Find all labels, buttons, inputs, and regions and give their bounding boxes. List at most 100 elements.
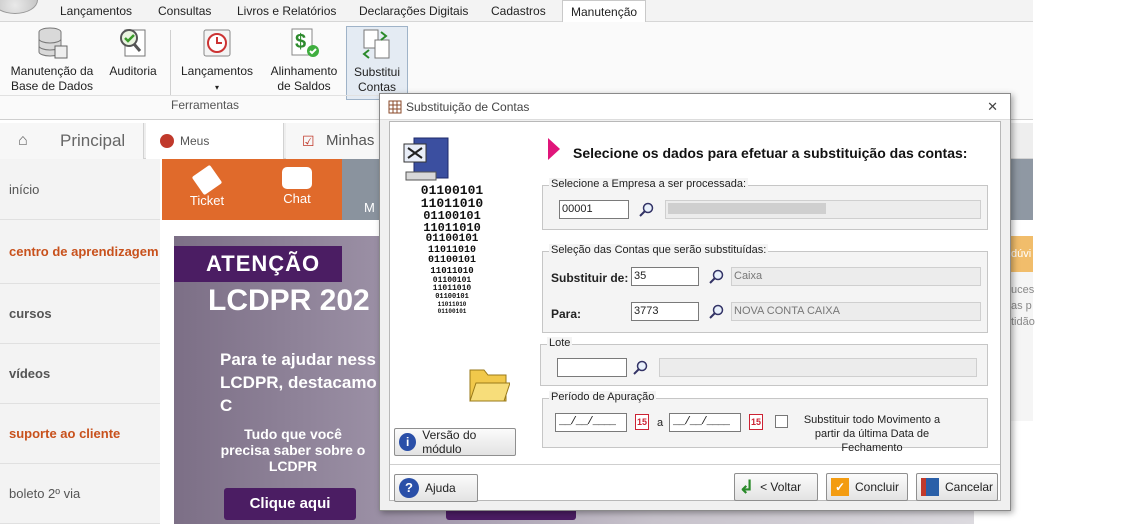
tab-lancamentos[interactable]: Lançamentos <box>52 0 140 22</box>
voltar-label: < Voltar <box>760 480 802 494</box>
para-label: Para: <box>551 307 582 321</box>
banner-title: LCDPR 202 <box>208 284 370 317</box>
search-icon[interactable] <box>709 269 725 285</box>
dialog-body: 01100101 11011010 01100101 11011010 0110… <box>389 121 1001 502</box>
menu-suporte[interactable]: suporte ao cliente <box>0 404 160 464</box>
periodo-legend: Período de Apuração <box>549 391 657 403</box>
concluir-label: Concluir <box>855 480 900 494</box>
empresa-name-redacted <box>668 203 826 214</box>
calendar-icon[interactable]: 15 <box>749 414 763 430</box>
ajuda-button[interactable]: ? Ajuda <box>394 474 478 502</box>
side-line: tidão <box>1011 316 1035 328</box>
lote-description <box>659 358 977 377</box>
tab-manutencao[interactable]: Manutenção <box>562 0 647 23</box>
substitui-contas-button[interactable]: Substitui Contas <box>346 26 408 100</box>
lancamentos-dropdown-button[interactable]: Lançamentos ▾ <box>178 26 256 95</box>
periodo-end-input[interactable]: __/__/____ <box>669 413 741 432</box>
empresa-code-input[interactable]: 00001 <box>559 200 629 219</box>
chevron-down-icon: ▾ <box>214 83 219 92</box>
alinhamento-saldos-button[interactable]: $ Alinhamento de Saldos <box>264 26 344 94</box>
money-check-icon: $ <box>291 28 319 57</box>
empresa-legend: Selecione a Empresa a ser processada: <box>549 178 749 190</box>
conta-para-name: NOVA CONTA CAIXA <box>731 302 981 321</box>
database-icon <box>38 27 68 59</box>
cancelar-button[interactable]: Cancelar <box>916 473 998 501</box>
substituir-movimento-checkbox[interactable] <box>775 415 788 428</box>
tab-consultas[interactable]: Consultas <box>150 0 219 22</box>
manutencao-label-line2: Base de Dados <box>10 79 94 93</box>
ribbon-tabs: Lançamentos Consultas Livros e Relatório… <box>0 0 1033 23</box>
versao-modulo-button[interactable]: i Versão do módulo <box>394 428 516 456</box>
side-panel-header: dúvi <box>1011 236 1033 272</box>
substituicao-contas-dialog: Substituição de Contas ✕ 01100101 110110… <box>379 93 1011 511</box>
audit-icon <box>120 29 146 57</box>
search-icon[interactable] <box>639 202 655 218</box>
close-icon[interactable]: ✕ <box>987 99 998 115</box>
ticket-tile[interactable]: Ticket <box>162 159 252 220</box>
ticket-icon <box>191 164 223 196</box>
menu-centro-aprendizagem[interactable]: centro de aprendizagem <box>0 220 160 284</box>
periodo-group: Período de Apuração __/__/____ 15 a __/_… <box>542 391 988 454</box>
auditoria-label: Auditoria <box>109 64 157 78</box>
binary-line: 01100101 <box>437 308 467 315</box>
more-label: M <box>364 200 375 215</box>
binary-line: 01100101 <box>435 293 469 301</box>
empresa-group: Selecione a Empresa a ser processada: 00… <box>542 178 988 230</box>
calendar-icon[interactable]: 15 <box>635 414 649 430</box>
manutencao-label-line1: Manutenção da <box>10 64 94 78</box>
tab-minhas-tarefas[interactable]: ☑ Minhas ta <box>286 123 386 185</box>
tab-meus-atendimentos[interactable]: Meus Atendimentos <box>146 123 284 184</box>
ribbon-separator <box>170 30 171 96</box>
concluir-button[interactable]: ✓ Concluir <box>826 473 908 501</box>
manutencao-base-dados-button[interactable]: Manutenção da Base de Dados <box>6 26 98 94</box>
lote-input[interactable] <box>557 358 627 377</box>
binary-stream: 01100101 11011010 01100101 11011010 0110… <box>404 184 500 350</box>
lote-group: Lote <box>540 337 988 386</box>
auditoria-button[interactable]: Auditoria <box>106 26 160 79</box>
banner-cta-button[interactable]: Clique aqui <box>224 488 356 520</box>
info-icon: i <box>399 433 417 451</box>
voltar-button[interactable]: ↲ < Voltar <box>734 473 818 501</box>
dialog-title: Substituição de Contas <box>406 100 530 114</box>
arrow-marker-icon <box>548 138 560 160</box>
periodo-start-input[interactable]: __/__/____ <box>555 413 627 432</box>
binary-line: 11011010 <box>437 301 467 308</box>
chat-icon <box>282 167 312 189</box>
substitui-label-line2: Contas <box>357 80 397 94</box>
menu-videos[interactable]: vídeos <box>0 344 160 404</box>
tab-declaracoes-digitais[interactable]: Declarações Digitais <box>351 0 476 22</box>
folder-icon <box>469 369 510 402</box>
menu-inicio[interactable]: início <box>0 159 160 220</box>
tab-principal[interactable]: ⌂ Principal <box>0 123 144 159</box>
periodo-separator: a <box>657 417 664 429</box>
alinhamento-label-line2: de Saldos <box>277 79 331 93</box>
tab-cadastros[interactable]: Cadastros <box>483 0 554 22</box>
binary-line: 01100101 <box>425 233 479 245</box>
tab-livros-relatorios[interactable]: Livros e Relatórios <box>229 0 344 22</box>
side-line: uces <box>1011 284 1035 296</box>
footer-divider <box>390 464 1000 465</box>
clock-icon <box>203 29 231 57</box>
search-icon[interactable] <box>709 304 725 320</box>
checkbox-icon: ☑ <box>302 133 315 149</box>
side-line: as p <box>1011 300 1032 312</box>
side-panel: dúvi uces as p tidão <box>1011 236 1035 421</box>
menu-boleto[interactable]: boleto 2º via <box>0 464 160 524</box>
conta-para-input[interactable]: 3773 <box>631 302 699 321</box>
chat-tile[interactable]: Chat <box>252 159 342 220</box>
chat-label: Chat <box>283 191 311 206</box>
lancamentos-label: Lançamentos <box>180 64 254 78</box>
contas-group: Seleção das Contas que serão substituída… <box>542 244 988 333</box>
group-divider <box>0 95 410 96</box>
search-icon[interactable] <box>633 360 649 376</box>
ajuda-label: Ajuda <box>425 481 456 495</box>
home-icon: ⌂ <box>18 132 28 149</box>
substitui-label-line1: Substitui <box>353 65 401 79</box>
binary-line: 01100101 <box>427 255 476 266</box>
menu-cursos[interactable]: cursos <box>0 284 160 344</box>
app-menu-button[interactable] <box>0 0 38 14</box>
computer-icon <box>403 137 449 181</box>
ferramentas-group-label: Ferramentas <box>170 98 240 112</box>
conta-de-input[interactable]: 35 <box>631 267 699 286</box>
swap-documents-icon <box>362 29 390 59</box>
